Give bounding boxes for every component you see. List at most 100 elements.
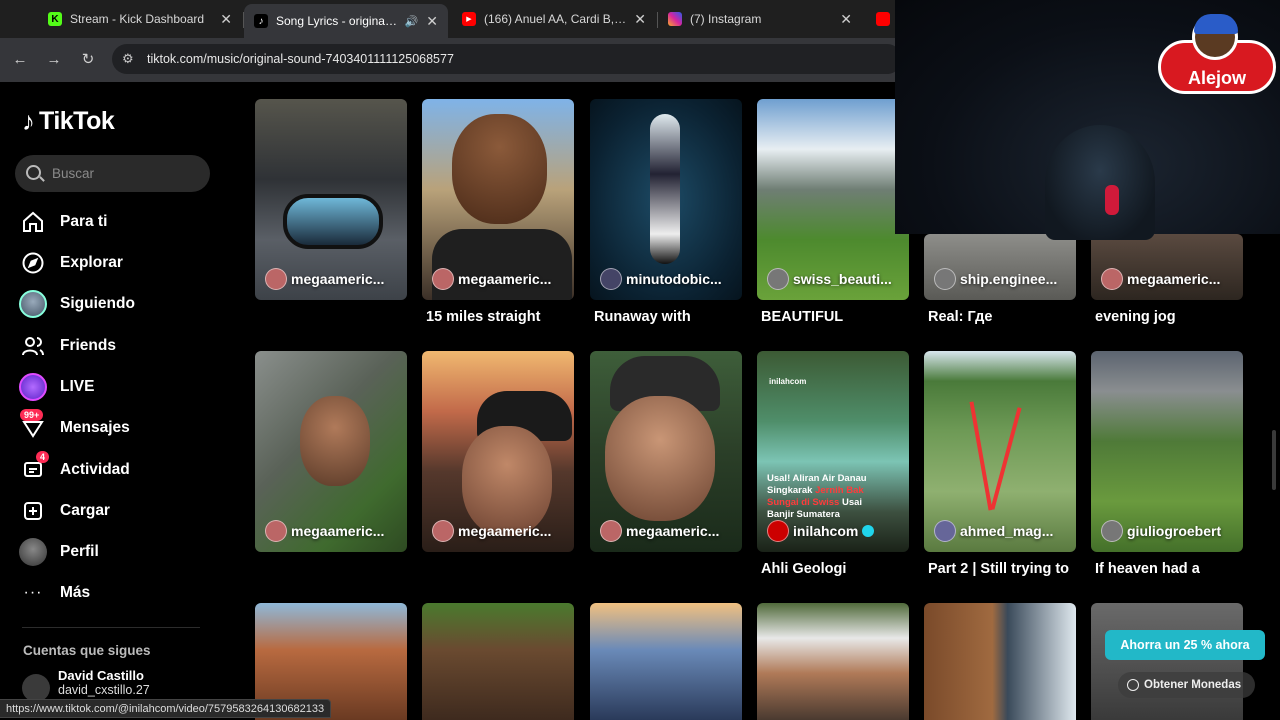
tab-tiktok[interactable]: ♪ Song Lyrics - original sound 🔊 ✕ [244,4,448,38]
instagram-icon [668,12,682,26]
avatar [767,520,789,542]
microphone-visual [1105,185,1119,215]
forward-icon[interactable]: → [44,50,64,70]
video-card[interactable] [1091,603,1243,720]
orca-visual [650,114,680,264]
back-icon[interactable]: ← [10,50,30,70]
sidebar-item-friends[interactable]: Friends [18,330,116,362]
youtube-icon [876,12,890,26]
video-card[interactable]: megaameric... [1091,234,1243,300]
avatar [767,268,789,290]
live-icon [18,372,48,402]
streamer-visual [1045,125,1155,240]
tab-youtube[interactable]: ▶ (166) Anuel AA, Cardi B, Black ✕ [452,5,656,33]
friends-icon [18,331,48,361]
video-card[interactable]: megaameric... [422,351,574,552]
goggles-visual [283,194,383,249]
messages-badge: 99+ [20,409,44,421]
tab-youtube-2[interactable] [866,5,894,33]
video-caption[interactable]: Ahli Geologi [761,561,846,577]
inbox-icon: 99+ [18,409,48,443]
pole-visual [990,407,1022,510]
video-card[interactable] [422,603,574,720]
verified-icon [862,525,875,537]
video-card[interactable]: megaameric... [422,99,574,300]
tiktok-icon: ♪ [254,14,268,28]
more-icon: ··· [23,584,43,601]
video-caption[interactable]: 15 miles straight [426,309,540,325]
avatar [265,268,287,290]
sidebar-item-perfil[interactable]: Perfil [18,536,99,568]
video-card[interactable] [757,603,909,720]
avatar [600,268,622,290]
search-icon [26,165,41,180]
avatar [934,268,956,290]
video-card[interactable]: megaameric... [255,99,407,300]
avatar [432,520,454,542]
avatar [265,520,287,542]
followed-account[interactable]: David Castillo david_cxstillo.27 [22,668,150,702]
sidebar-divider [22,627,200,628]
sidebar-item-cargar[interactable]: Cargar [18,495,110,527]
page-scrollbar[interactable] [1272,430,1276,490]
video-card[interactable]: ahmed_mag... [924,351,1076,552]
tab-kick[interactable]: K Stream - Kick Dashboard ✕ [38,5,242,33]
search-input[interactable]: Buscar [15,155,210,192]
video-caption[interactable]: evening jog [1095,309,1176,325]
sidebar-item-mas[interactable]: ··· Más [18,577,91,609]
avatar [1101,520,1123,542]
discount-offer-button[interactable]: Ahorra un 25 % ahora [1105,630,1265,660]
video-card[interactable] [590,603,742,720]
activity-icon: 4 [18,451,50,485]
compass-icon [18,248,48,278]
pole-visual [969,401,993,511]
video-caption[interactable]: Runaway with [594,309,691,325]
video-card[interactable]: inilahcom Usal! Aliran Air Danau Singkar… [757,351,909,552]
youtube-icon: ▶ [462,12,476,26]
link-status-bar: https://www.tiktok.com/@inilahcom/video/… [0,699,332,718]
video-card[interactable]: ship.enginee... [924,234,1076,300]
video-card[interactable]: swiss_beauti... [757,99,909,300]
following-section-title: Cuentas que sigues [23,643,151,658]
person-visual [300,396,370,486]
avatar [432,268,454,290]
video-card[interactable]: minutodobic... [590,99,742,300]
avatar [600,520,622,542]
close-tab-icon[interactable]: ✕ [426,13,438,30]
sidebar-item-siguiendo[interactable]: Siguiendo [18,288,135,320]
avatar [1101,268,1123,290]
sidebar-item-mensajes[interactable]: 99+ Mensajes [18,409,130,444]
activity-badge: 4 [36,451,50,463]
tiktok-logo[interactable]: ♪ TikTok [22,106,115,137]
watermark-text: inilahcom [769,377,807,386]
person-visual [605,396,715,521]
get-coins-button[interactable]: Obtener Monedas [1118,672,1255,698]
sidebar-item-explorar[interactable]: Explorar [18,247,123,279]
sidebar-item-actividad[interactable]: 4 Actividad [18,451,130,486]
tiktok-note-icon: ♪ [22,106,35,136]
close-tab-icon[interactable]: ✕ [840,11,852,28]
video-card[interactable]: megaameric... [255,351,407,552]
video-card[interactable]: giuliogroebert [1091,351,1243,552]
avatar [934,520,956,542]
reload-icon[interactable]: ↻ [78,50,98,70]
video-caption[interactable]: Part 2 | Still trying to [928,561,1069,577]
url-field[interactable]: ⚙ tiktok.com/music/original-sound-740340… [112,44,902,74]
video-card[interactable] [924,603,1076,720]
home-icon [18,207,48,237]
speaker-icon[interactable]: 🔊 [405,15,419,28]
close-tab-icon[interactable]: ✕ [220,11,232,28]
video-caption[interactable]: BEAUTIFUL [761,309,843,325]
sidebar-item-para-ti[interactable]: Para ti [18,206,107,238]
person-visual [452,114,547,224]
kick-icon: K [48,12,62,26]
video-caption[interactable]: Real: Где [928,309,992,325]
following-avatar-icon [18,289,48,319]
site-info-icon[interactable]: ⚙ [122,51,134,67]
sidebar-item-live[interactable]: LIVE [18,371,94,403]
video-caption[interactable]: If heaven had a [1095,561,1200,577]
close-tab-icon[interactable]: ✕ [634,11,646,28]
video-card[interactable]: megaameric... [590,351,742,552]
upload-icon [18,496,48,526]
tab-instagram[interactable]: (7) Instagram ✕ [658,5,862,33]
